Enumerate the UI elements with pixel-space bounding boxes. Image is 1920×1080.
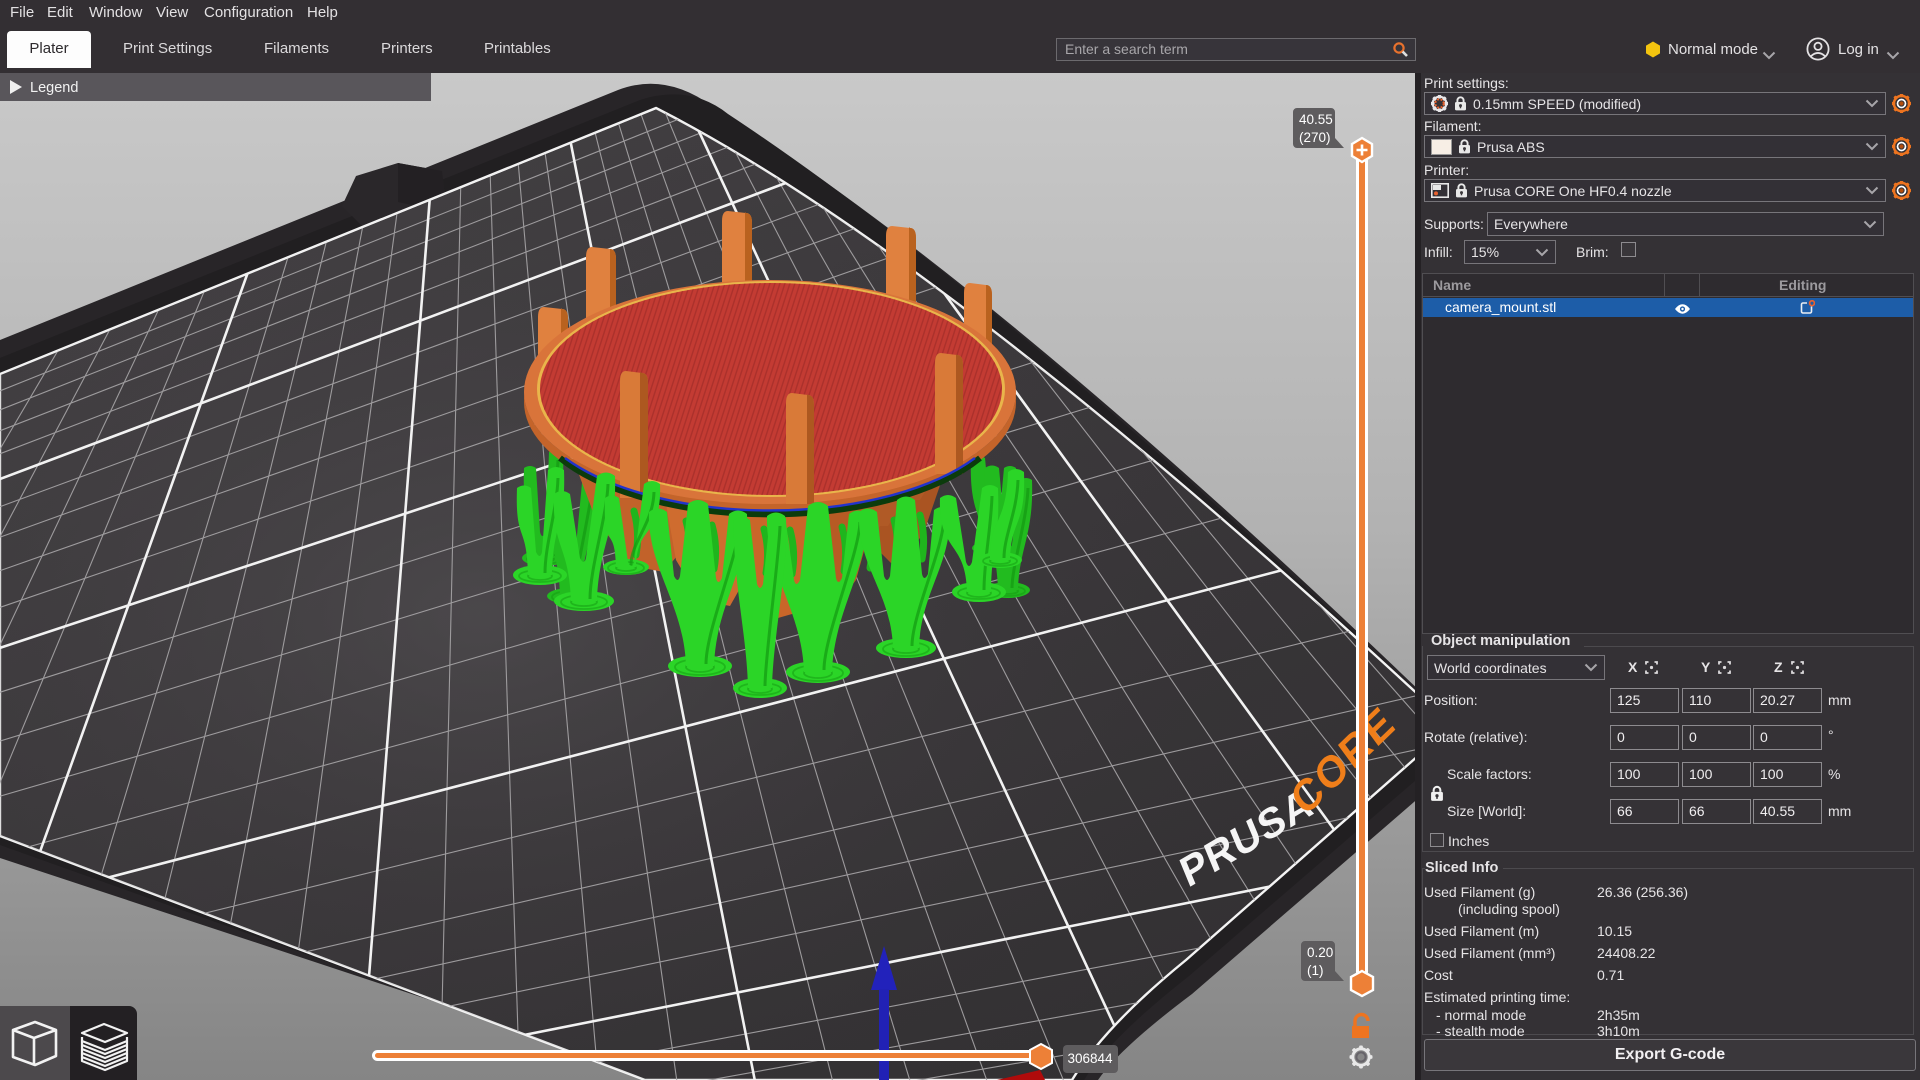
svg-text:Legend: Legend bbox=[30, 80, 78, 96]
svg-text:(270): (270) bbox=[1299, 130, 1331, 145]
svg-text:(1): (1) bbox=[1307, 963, 1324, 978]
svg-text:40.55: 40.55 bbox=[1299, 112, 1333, 127]
svg-text:306844: 306844 bbox=[1067, 1051, 1113, 1066]
svg-text:0.20: 0.20 bbox=[1307, 945, 1333, 960]
